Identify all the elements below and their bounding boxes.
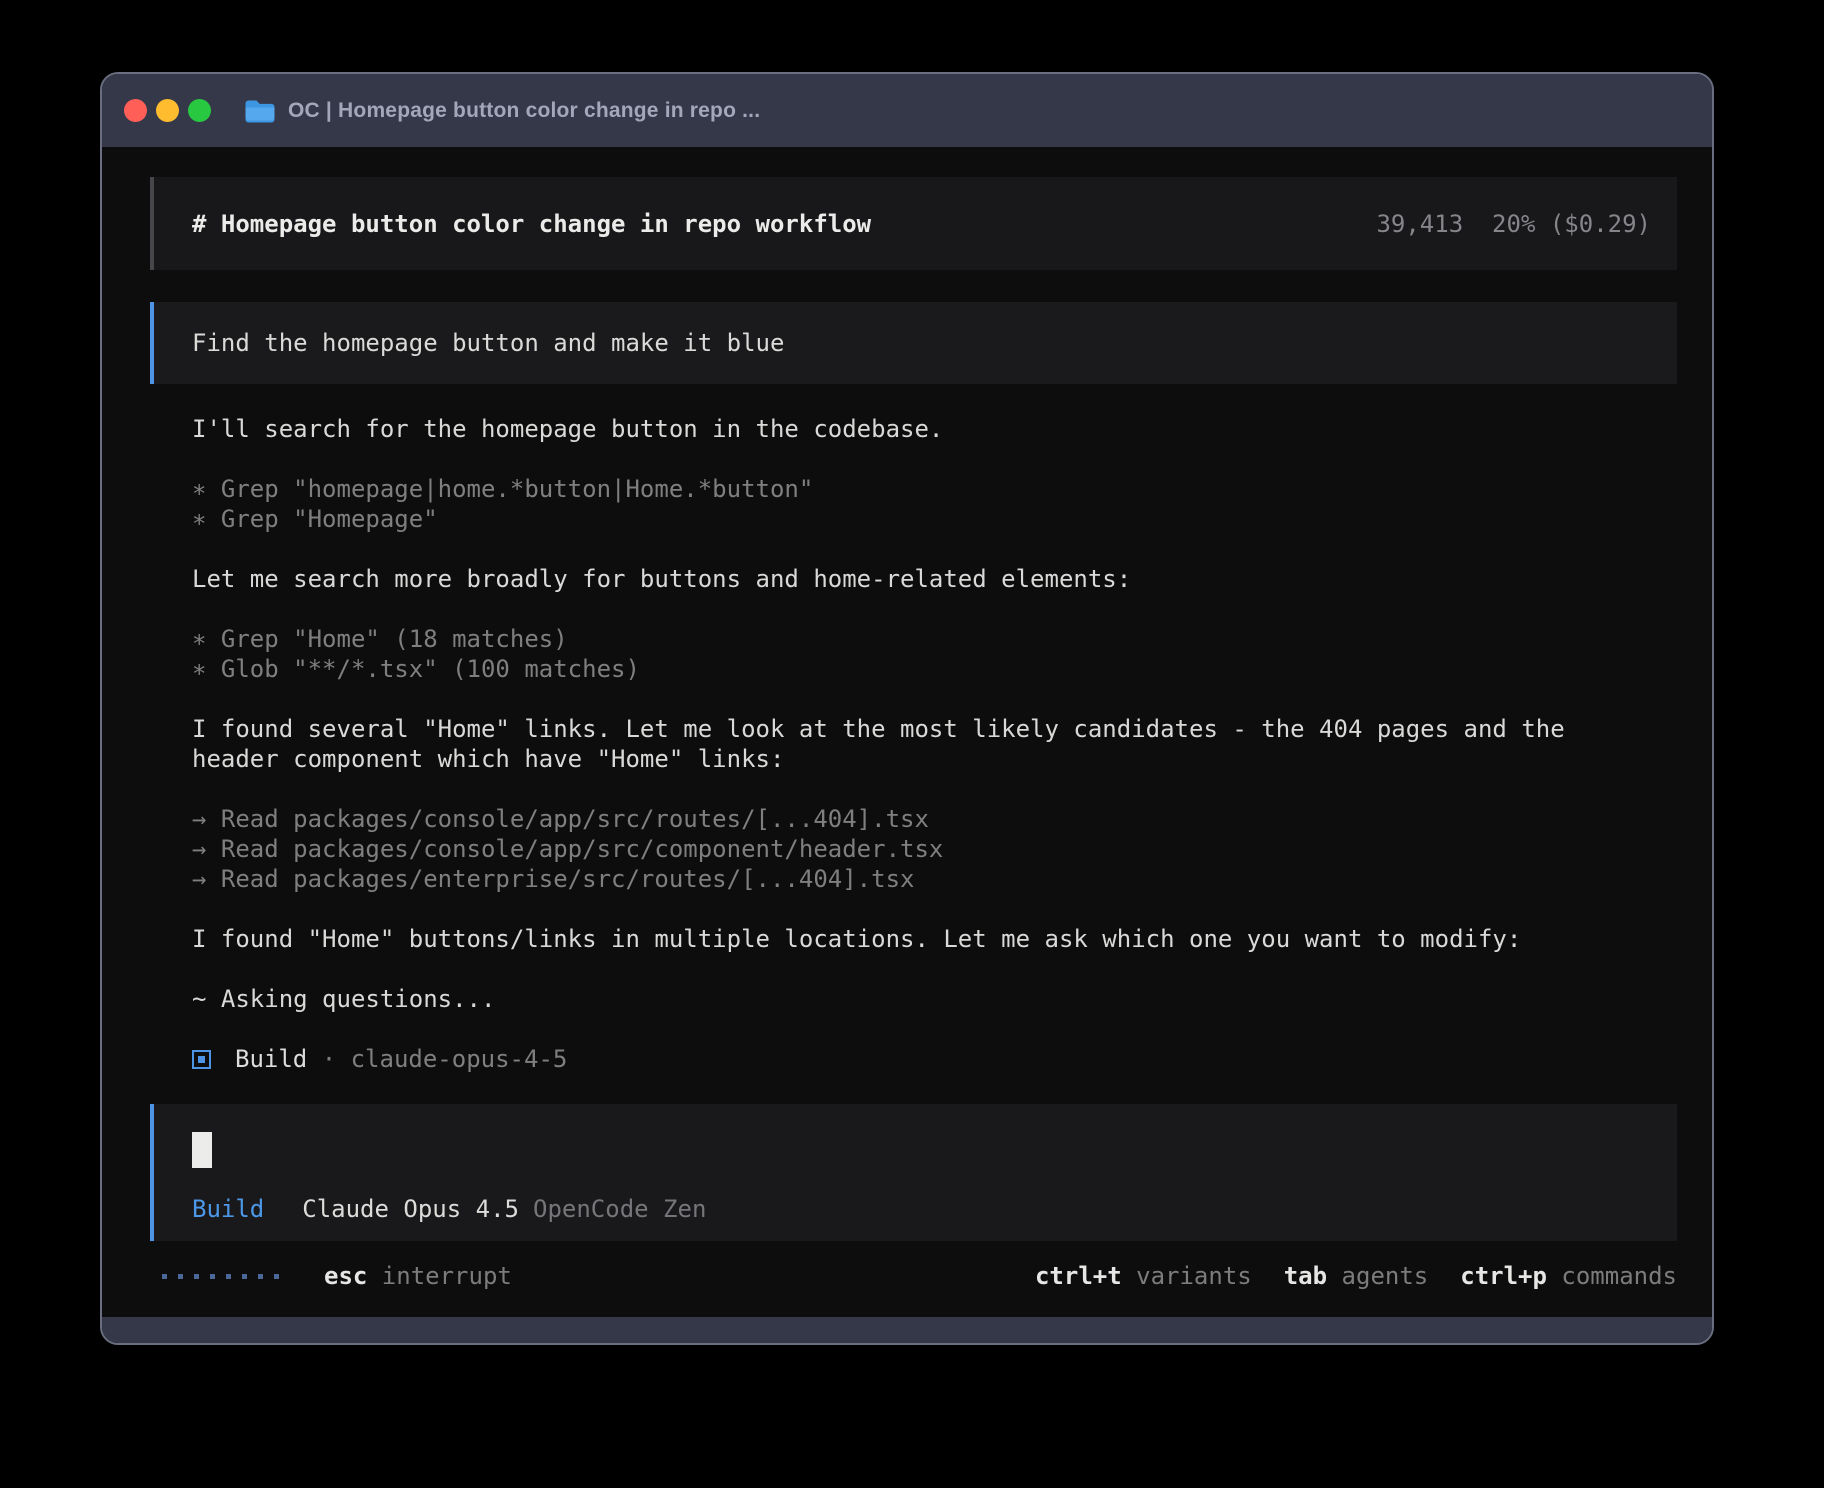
assistant-transcript: I'll search for the homepage button in t… [150, 414, 1610, 1074]
model-name[interactable]: Claude Opus 4.5 [302, 1194, 519, 1224]
user-message-text: Find the homepage button and make it blu… [192, 329, 784, 357]
status-bar: esc interrupt ctrl+t variants tab agents… [150, 1261, 1677, 1291]
tool-call-read: → Read packages/console/app/src/componen… [192, 834, 1610, 864]
titlebar[interactable]: OC | Homepage button color change in rep… [102, 74, 1712, 147]
shortcut-agents: tab agents [1284, 1262, 1429, 1290]
window-title: OC | Homepage button color change in rep… [288, 99, 760, 123]
window-bottom-strip [102, 1317, 1712, 1343]
tool-call-grep: ∗ Grep "homepage|home.*button|Home.*butt… [192, 474, 1610, 504]
agent-square-icon [192, 1050, 211, 1069]
prompt-input[interactable]: Build Claude Opus 4.5 OpenCode Zen [150, 1104, 1677, 1241]
maximize-traffic-light-icon[interactable] [188, 99, 211, 122]
agent-mode-badge[interactable]: Build [192, 1194, 264, 1224]
token-cost-stats: 39,413 20% ($0.29) [1376, 210, 1651, 238]
terminal-window: OC | Homepage button color change in rep… [100, 72, 1714, 1345]
esc-key-hint: esc [324, 1262, 367, 1290]
assistant-text: Let me search more broadly for buttons a… [192, 564, 1610, 594]
assistant-status-text: ~ Asking questions... [192, 984, 1610, 1014]
shortcut-commands: ctrl+p commands [1460, 1262, 1677, 1290]
tool-call-read: → Read packages/enterprise/src/routes/[.… [192, 864, 1610, 894]
working-spinner-dots [162, 1274, 290, 1279]
agent-name: Build [235, 1044, 307, 1074]
assistant-text: I'll search for the homepage button in t… [192, 414, 1610, 444]
tool-call-read: → Read packages/console/app/src/routes/[… [192, 804, 1610, 834]
folder-icon [244, 98, 275, 123]
session-title: # Homepage button color change in repo w… [192, 210, 871, 238]
text-cursor [192, 1132, 212, 1168]
input-modeline: Build Claude Opus 4.5 OpenCode Zen [192, 1194, 1677, 1224]
minimize-traffic-light-icon[interactable] [156, 99, 179, 122]
user-message: Find the homepage button and make it blu… [150, 302, 1677, 384]
agent-model: · claude-opus-4-5 [307, 1044, 567, 1074]
shortcut-variants: ctrl+t variants [1035, 1262, 1252, 1290]
assistant-text: I found several "Home" links. Let me loo… [192, 714, 1607, 774]
assistant-text: I found "Home" buttons/links in multiple… [192, 924, 1610, 954]
tool-call-glob: ∗ Glob "**/*.tsx" (100 matches) [192, 654, 1610, 684]
session-header: # Homepage button color change in repo w… [150, 177, 1677, 270]
tool-call-grep: ∗ Grep "Home" (18 matches) [192, 624, 1610, 654]
close-traffic-light-icon[interactable] [124, 99, 147, 122]
provider-name: OpenCode Zen [533, 1194, 706, 1224]
tool-call-grep: ∗ Grep "Homepage" [192, 504, 1610, 534]
esc-key-label: interrupt [367, 1262, 512, 1290]
agent-status-line: Build · claude-opus-4-5 [192, 1044, 1610, 1074]
